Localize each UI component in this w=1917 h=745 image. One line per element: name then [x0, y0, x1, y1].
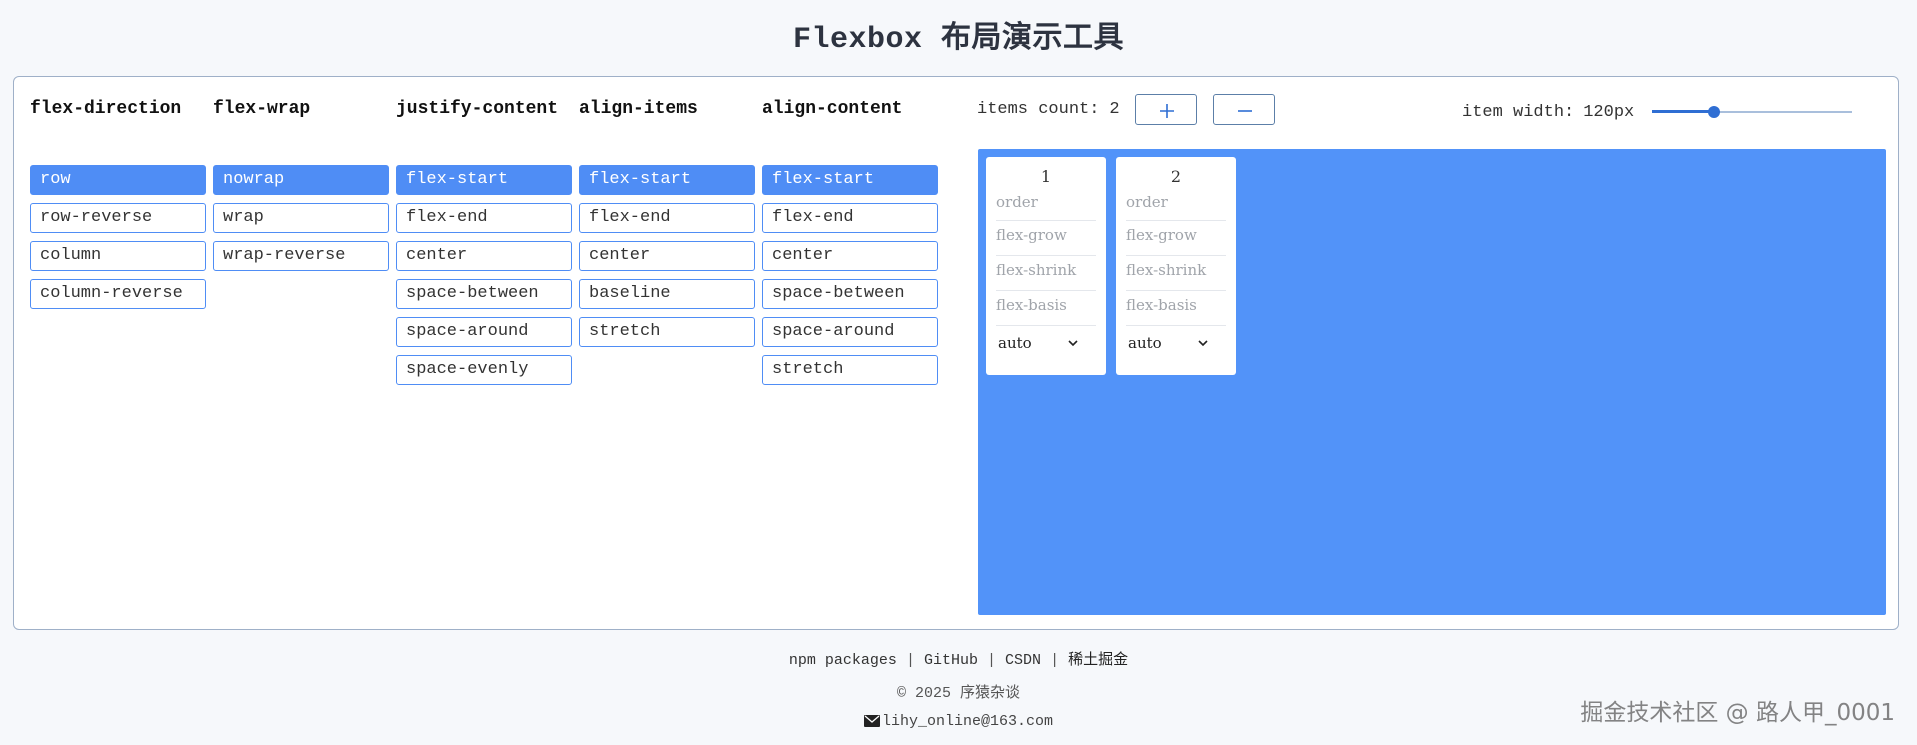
items-count-controls: items count: 2 — [977, 93, 1275, 125]
option-button[interactable]: space-between — [762, 279, 938, 309]
items-count-label: items count: — [977, 99, 1100, 119]
main-panel: flex-direction row row-reverse column co… — [13, 76, 1899, 630]
option-button[interactable]: space-around — [762, 317, 938, 347]
item-width-label: item width: — [1462, 102, 1575, 122]
option-list: flex-start flex-end center space-between… — [396, 165, 572, 385]
page-title: Flexbox 布局演示工具 — [792, 23, 1125, 57]
chevron-down-icon — [1068, 340, 1078, 347]
flex-shrink-input[interactable]: flex-shrink — [1126, 256, 1226, 291]
group-align-content: align-content flex-start flex-end center… — [762, 97, 938, 393]
option-button[interactable]: column-reverse — [30, 279, 206, 309]
slider-fill — [1652, 110, 1715, 113]
option-button[interactable]: stretch — [762, 355, 938, 385]
group-justify-content: justify-content flex-start flex-end cent… — [396, 97, 572, 393]
option-list: flex-start flex-end center baseline stre… — [579, 165, 755, 347]
footer-separator: | — [987, 652, 997, 669]
group-title: flex-wrap — [213, 99, 311, 119]
option-button[interactable]: flex-end — [396, 203, 572, 233]
footer-links: npm packages | GitHub | CSDN | 稀土掘金 — [0, 648, 1917, 669]
option-button[interactable]: center — [396, 241, 572, 271]
group-title: align-content — [762, 99, 903, 119]
group-title: flex-direction — [30, 99, 182, 119]
option-list: nowrap wrap wrap-reverse — [213, 165, 389, 271]
footer-separator: | — [1050, 652, 1060, 669]
order-input[interactable]: order — [1126, 191, 1226, 221]
option-button[interactable]: flex-start — [396, 165, 572, 195]
minus-icon — [1237, 109, 1252, 112]
item-width-controls: item width: 120px — [1462, 97, 1853, 127]
group-flex-wrap: flex-wrap nowrap wrap wrap-reverse — [213, 97, 389, 279]
option-button[interactable]: row — [30, 165, 206, 195]
option-button[interactable]: space-around — [396, 317, 572, 347]
option-button[interactable]: row-reverse — [30, 203, 206, 233]
flex-grow-input[interactable]: flex-grow — [1126, 221, 1226, 256]
flex-basis-input[interactable]: flex-basis — [996, 291, 1096, 326]
add-item-button[interactable] — [1134, 93, 1197, 125]
watermark: 掘金技术社区 @ 路人甲_0001 — [1580, 700, 1895, 726]
chevron-down-icon — [1198, 340, 1208, 347]
group-align-items: align-items flex-start flex-end center b… — [579, 97, 755, 355]
align-self-value: auto — [1128, 334, 1162, 352]
align-self-select[interactable]: auto — [1128, 334, 1212, 356]
item-width-value: 120px — [1583, 102, 1635, 122]
option-button[interactable]: nowrap — [213, 165, 389, 195]
option-list: row row-reverse column column-reverse — [30, 165, 206, 309]
order-input[interactable]: order — [996, 191, 1096, 221]
option-button[interactable]: space-between — [396, 279, 572, 309]
flex-grow-input[interactable]: flex-grow — [996, 221, 1096, 256]
footer-link-github[interactable]: GitHub — [924, 652, 978, 669]
group-title: align-items — [579, 99, 698, 119]
option-button[interactable]: center — [579, 241, 755, 271]
footer-link-juejin[interactable]: 稀土掘金 — [1068, 650, 1128, 668]
item-width-slider[interactable] — [1652, 104, 1853, 120]
option-button[interactable]: wrap — [213, 203, 389, 233]
option-button[interactable]: flex-start — [762, 165, 938, 195]
option-button[interactable]: flex-start — [579, 165, 755, 195]
item-number: 1 — [1040, 167, 1052, 186]
align-self-select[interactable]: auto — [998, 334, 1082, 356]
option-button[interactable]: wrap-reverse — [213, 241, 389, 271]
items-count-value: 2 — [1109, 99, 1120, 119]
flex-container-preview: 1 order flex-grow flex-shrink flex-basis… — [978, 149, 1886, 615]
option-button[interactable]: center — [762, 241, 938, 271]
item-number: 2 — [1170, 167, 1182, 186]
option-button[interactable]: column — [30, 241, 206, 271]
remove-item-button[interactable] — [1212, 93, 1275, 125]
flex-shrink-input[interactable]: flex-shrink — [996, 256, 1096, 291]
footer-link-csdn[interactable]: CSDN — [1005, 652, 1041, 669]
group-flex-direction: flex-direction row row-reverse column co… — [30, 97, 206, 317]
option-button[interactable]: stretch — [579, 317, 755, 347]
flex-basis-input[interactable]: flex-basis — [1126, 291, 1226, 326]
option-button[interactable]: baseline — [579, 279, 755, 309]
option-button[interactable]: space-evenly — [396, 355, 572, 385]
plus-icon — [1159, 103, 1174, 118]
align-self-value: auto — [998, 334, 1032, 352]
option-button[interactable]: flex-end — [762, 203, 938, 233]
flex-item: 2 order flex-grow flex-shrink flex-basis… — [1116, 157, 1236, 375]
mail-icon — [863, 715, 880, 727]
flex-item: 1 order flex-grow flex-shrink flex-basis… — [986, 157, 1106, 375]
group-title: justify-content — [396, 99, 559, 119]
slider-thumb[interactable] — [1708, 106, 1721, 118]
footer-separator: | — [905, 652, 915, 669]
option-list: flex-start flex-end center space-between… — [762, 165, 938, 385]
email-link[interactable]: lihy_online@163.com — [882, 713, 1053, 730]
option-button[interactable]: flex-end — [579, 203, 755, 233]
footer-link-npm[interactable]: npm packages — [789, 652, 897, 669]
